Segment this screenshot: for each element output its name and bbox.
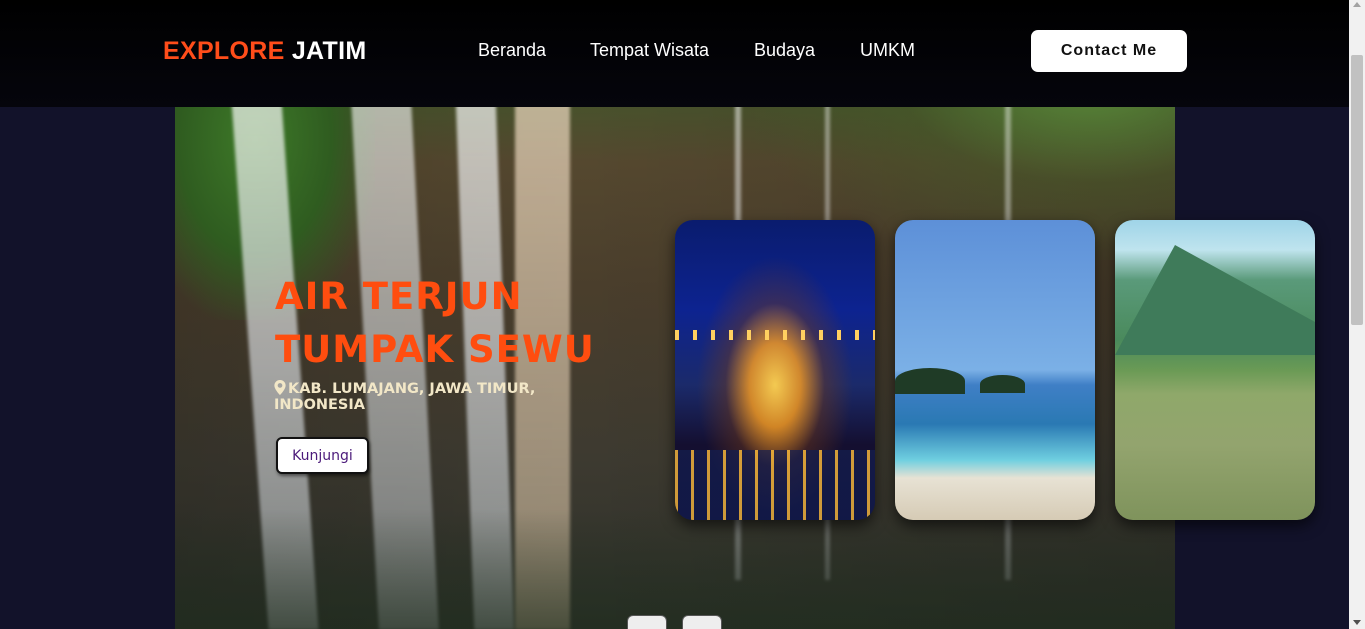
night-bridge-image xyxy=(675,330,875,340)
nav-budaya[interactable]: Budaya xyxy=(754,40,815,61)
kunjungi-button[interactable]: Kunjungi xyxy=(276,437,369,474)
site-logo[interactable]: EXPLORE JATIM xyxy=(163,37,366,66)
logo-explore: EXPLORE xyxy=(163,37,285,65)
logo-jatim: JATIM xyxy=(291,37,367,65)
site-header: EXPLORE JATIM Beranda Tempat Wisata Buda… xyxy=(0,0,1349,107)
destination-card[interactable] xyxy=(675,220,875,520)
savanna-image xyxy=(1115,245,1315,355)
beach-image xyxy=(895,368,965,394)
scroll-up-arrow-icon[interactable] xyxy=(1353,2,1361,7)
nav-beranda[interactable]: Beranda xyxy=(478,40,546,61)
nav-umkm[interactable]: UMKM xyxy=(860,40,915,61)
page-scrollbar[interactable] xyxy=(1349,0,1365,629)
map-pin-icon xyxy=(274,380,286,395)
hero-location-text: KAB. LUMAJANG, JAWA TIMUR, INDONESIA xyxy=(274,381,536,413)
hero-background-bottom xyxy=(175,509,1175,629)
contact-me-button[interactable]: Contact Me xyxy=(1031,30,1187,72)
destination-card[interactable] xyxy=(1115,220,1315,520)
prev-slide-button[interactable] xyxy=(627,615,667,629)
hero-title: AIR TERJUN TUMPAK SEWU xyxy=(275,275,595,371)
island-shape xyxy=(980,375,1025,393)
next-slide-button[interactable] xyxy=(682,615,722,629)
bridge-reflection xyxy=(675,450,875,520)
scroll-down-arrow-icon[interactable] xyxy=(1353,620,1361,625)
hero-location: KAB. LUMAJANG, JAWA TIMUR, INDONESIA xyxy=(274,380,574,413)
destination-card[interactable] xyxy=(895,220,1095,520)
scrollbar-thumb[interactable] xyxy=(1351,55,1363,325)
nav-tempat-wisata[interactable]: Tempat Wisata xyxy=(590,40,709,61)
